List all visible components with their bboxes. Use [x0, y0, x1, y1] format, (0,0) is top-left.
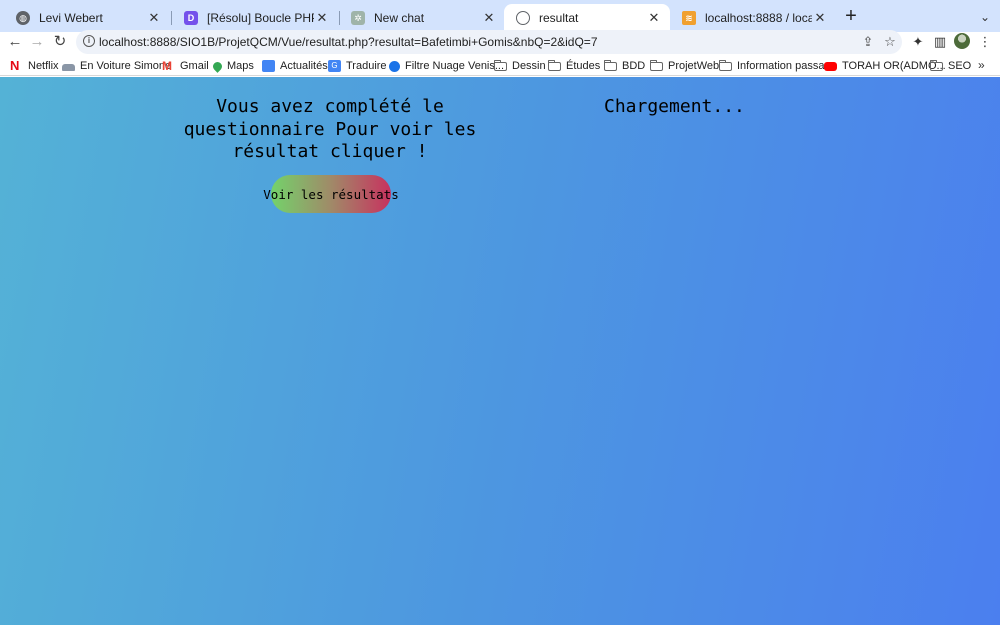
tab-title: localhost:8888 / localhost / bdd: [705, 11, 812, 25]
chatgpt-icon: ✲: [351, 11, 365, 25]
close-icon[interactable]: ✕: [146, 10, 162, 26]
car-icon: [62, 64, 75, 71]
tab-phpmyadmin[interactable]: ≋ localhost:8888 / localhost / bdd ✕: [670, 4, 836, 32]
tab-resultat[interactable]: resultat ✕: [504, 4, 670, 32]
bookmark-folder-etudes[interactable]: Études: [548, 58, 600, 74]
bookmark-label: ProjetWeb: [668, 60, 720, 72]
folder-icon: [650, 60, 663, 71]
bookmark-label: En Voiture Simone: [80, 60, 172, 72]
folder-icon: [548, 60, 561, 71]
openclassrooms-icon: D: [184, 11, 198, 25]
bookmark-label: Dessin: [512, 60, 546, 72]
bookmark-actualites[interactable]: Actualités: [262, 58, 328, 74]
reload-button[interactable]: ↻: [51, 32, 69, 52]
filter-icon: [389, 60, 400, 72]
side-panel-icon[interactable]: ▥: [931, 33, 949, 51]
news-icon: [262, 60, 275, 72]
new-tab-button[interactable]: +: [842, 6, 860, 26]
site-info-icon[interactable]: i: [83, 35, 95, 47]
gmail-icon: M: [162, 59, 172, 73]
bookmark-folder-seo[interactable]: SEO: [930, 58, 971, 74]
folder-icon: [719, 60, 732, 71]
tab-resolu-boucle-php[interactable]: D [Résolu] Boucle PHP pour créer ✕: [172, 4, 338, 32]
bookmark-folder-bdd[interactable]: BDD: [604, 58, 645, 74]
tab-levi-webert[interactable]: ◍ Levi Webert ✕: [4, 4, 170, 32]
forward-button[interactable]: →: [28, 32, 46, 52]
close-icon[interactable]: ✕: [314, 10, 330, 26]
bookmark-folder-information[interactable]: Information passa...: [719, 58, 834, 74]
extensions-icon[interactable]: ✦: [909, 33, 927, 51]
bookmark-netflix[interactable]: N Netflix: [10, 58, 59, 74]
bookmark-label: Études: [566, 60, 601, 72]
profile-avatar[interactable]: [954, 33, 970, 49]
phpmyadmin-icon: ≋: [682, 11, 696, 25]
close-icon[interactable]: ✕: [481, 10, 497, 26]
bookmark-traduire[interactable]: G Traduire: [328, 58, 387, 74]
bookmark-maps[interactable]: Maps: [211, 58, 254, 74]
bookmark-en-voiture-simone[interactable]: En Voiture Simone: [62, 58, 171, 74]
tab-title: resultat: [539, 11, 579, 25]
bookmark-star-icon[interactable]: ☆: [882, 34, 898, 50]
bookmark-folder-dessin[interactable]: Dessin: [494, 58, 546, 74]
bookmark-gmail[interactable]: M Gmail: [162, 58, 209, 74]
bookmark-label: SEO: [948, 60, 972, 72]
tab-title: [Résolu] Boucle PHP pour créer: [207, 11, 314, 25]
translate-icon: G: [328, 60, 341, 72]
close-icon[interactable]: ✕: [812, 10, 828, 26]
address-bar[interactable]: i localhost:8888/SIO1B/ProjetQCM/Vue/res…: [76, 30, 902, 54]
globe-icon: ◍: [16, 11, 30, 25]
tab-title: Levi Webert: [39, 11, 103, 25]
view-results-button[interactable]: Voir les résultats: [263, 175, 399, 213]
back-button[interactable]: ←: [6, 32, 24, 52]
tab-strip: ◍ Levi Webert ✕ D [Résolu] Boucle PHP po…: [0, 0, 1000, 32]
bookmark-label: Netflix: [28, 60, 59, 72]
completion-message: Vous avez complété le questionnaire Pour…: [183, 96, 477, 162]
tab-search-button[interactable]: ⌄: [976, 8, 994, 26]
bookmark-label: Traduire: [346, 60, 387, 72]
url-text[interactable]: localhost:8888/SIO1B/ProjetQCM/Vue/resul…: [99, 35, 598, 49]
menu-icon[interactable]: ⋮: [976, 33, 994, 51]
tab-title: New chat: [374, 11, 425, 25]
maps-icon: [211, 59, 224, 73]
netflix-icon: N: [10, 58, 20, 73]
folder-icon: [930, 60, 943, 71]
bookmark-label: Actualités: [280, 60, 328, 72]
bookmark-label: Maps: [227, 60, 254, 72]
folder-icon: [494, 60, 507, 71]
bookmark-filtre-nuage[interactable]: Filtre Nuage Venis...: [389, 58, 504, 74]
bookmark-torah-or[interactable]: TORAH OR(ADMO...: [824, 58, 946, 74]
share-icon[interactable]: ⇪: [860, 34, 876, 50]
bookmark-folder-projetweb[interactable]: ProjetWeb: [650, 58, 719, 74]
loading-text: Chargement...: [604, 96, 745, 117]
tab-new-chat[interactable]: ✲ New chat ✕: [339, 4, 505, 32]
bookmark-label: BDD: [622, 60, 646, 72]
bookmarks-bar: N Netflix En Voiture Simone M Gmail Maps…: [0, 56, 1000, 76]
close-icon[interactable]: ✕: [646, 10, 662, 26]
globe-icon: [516, 11, 530, 25]
page-content: Vous avez complété le questionnaire Pour…: [0, 77, 1000, 625]
bookmark-label: Information passa...: [737, 60, 834, 72]
bookmark-label: Filtre Nuage Venis...: [405, 60, 505, 72]
bookmarks-overflow-chevron-icon[interactable]: »: [978, 58, 985, 72]
bookmark-label: Gmail: [180, 60, 209, 72]
youtube-icon: [824, 62, 837, 71]
folder-icon: [604, 60, 617, 71]
